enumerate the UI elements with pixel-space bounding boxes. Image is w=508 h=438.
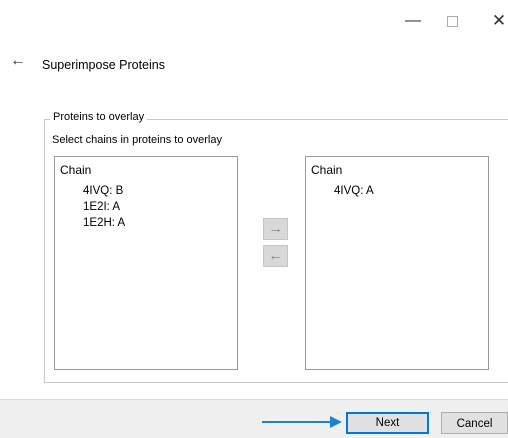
maximize-icon	[446, 16, 458, 27]
selected-chains-list[interactable]: Chain 4IVQ: A	[305, 156, 489, 370]
maximize-button[interactable]	[444, 10, 460, 32]
remove-chain-button[interactable]: ←	[263, 245, 288, 267]
available-chains-list[interactable]: Chain 4IVQ: B 1E2I: A 1E2H: A	[54, 156, 238, 370]
arrow-left-icon: ←	[268, 247, 283, 263]
next-button[interactable]: Next	[346, 412, 429, 434]
close-button[interactable]: ✕	[490, 10, 508, 32]
list-header: Chain	[311, 163, 343, 177]
minimize-button[interactable]: —	[398, 10, 428, 32]
pointer-arrow-icon	[330, 416, 342, 428]
add-chain-button[interactable]: →	[263, 218, 288, 240]
back-arrow-icon[interactable]: ←	[10, 52, 26, 70]
arrow-right-icon: →	[268, 220, 283, 236]
pointer-arrow-line	[262, 421, 332, 423]
list-item[interactable]: 4IVQ: B	[83, 185, 123, 197]
list-header: Chain	[60, 163, 92, 177]
groupbox-legend: Proteins to overlay	[50, 111, 148, 123]
footer-bar	[0, 400, 508, 438]
list-item[interactable]: 1E2I: A	[83, 201, 120, 213]
instruction-text: Select chains in proteins to overlay	[52, 134, 222, 146]
list-item[interactable]: 1E2H: A	[83, 217, 125, 229]
list-item[interactable]: 4IVQ: A	[334, 185, 374, 197]
page-title: Superimpose Proteins	[42, 58, 165, 72]
cancel-button[interactable]: Cancel	[441, 412, 508, 434]
